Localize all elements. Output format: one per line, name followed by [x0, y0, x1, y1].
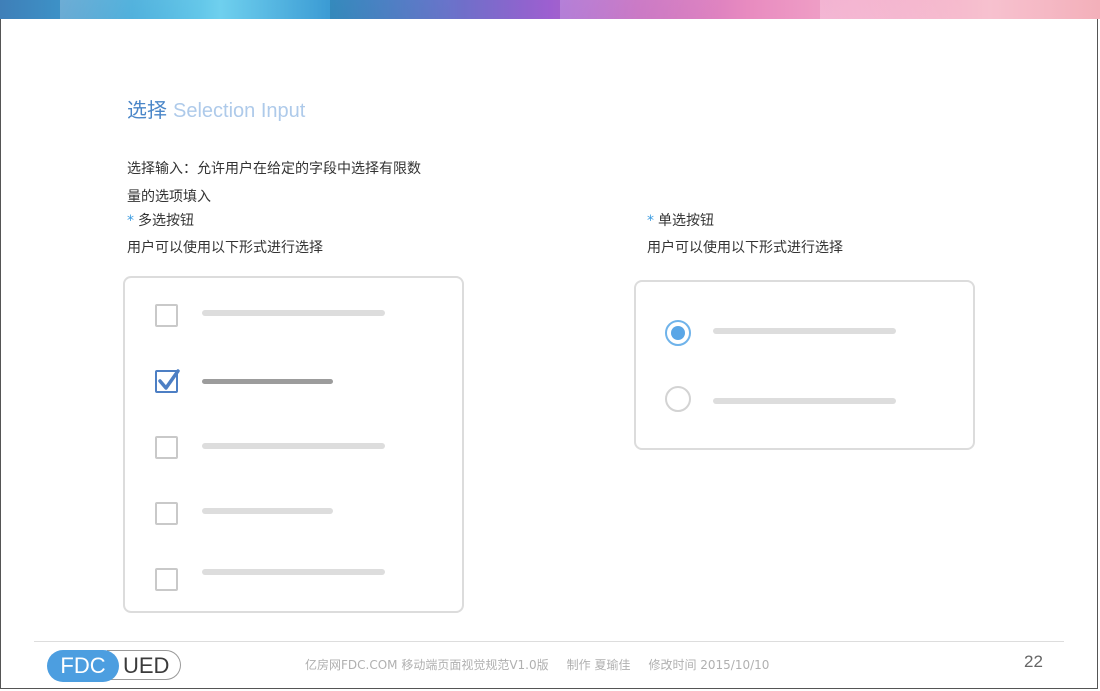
option-placeholder-line [713, 328, 896, 334]
checkbox-section-subtext: 用户可以使用以下形式进行选择 [127, 240, 323, 256]
page-number: 22 [1024, 652, 1043, 671]
checkbox-4[interactable] [155, 502, 178, 525]
radio-2[interactable] [665, 386, 691, 412]
checkmark-icon [158, 369, 180, 390]
radio-section-subtext: 用户可以使用以下形式进行选择 [647, 240, 843, 256]
description: 选择输入：允许用户在给定的字段中选择有限数 量的选项填入 [127, 155, 467, 211]
option-placeholder-line [202, 508, 333, 514]
radio-dot-icon [671, 326, 685, 340]
radio-card [634, 280, 975, 450]
header-banner [0, 0, 1100, 19]
footer-modified: 修改时间 2015/10/10 [648, 658, 770, 672]
footer-author: 制作 夏瑜佳 [566, 658, 631, 672]
checkbox-section-heading: 多选按钮 [138, 213, 194, 229]
page-title: 选择 Selection Input [127, 94, 305, 123]
option-placeholder-line [202, 569, 385, 575]
fdc-ued-logo: UED FDC [47, 650, 183, 682]
option-placeholder-line [202, 443, 385, 449]
description-line-1: 选择输入：允许用户在给定的字段中选择有限数 [127, 161, 421, 177]
radio-1-selected[interactable] [665, 320, 691, 346]
option-placeholder-line [202, 310, 385, 316]
page-title-en: Selection Input [173, 100, 306, 122]
checkbox-3[interactable] [155, 436, 178, 459]
checkbox-2-checked[interactable] [155, 369, 180, 393]
option-placeholder-line [713, 398, 896, 404]
option-placeholder-line-selected [202, 379, 333, 384]
required-star: * [127, 213, 134, 229]
logo-fdc: FDC [47, 650, 119, 682]
checkbox-card [123, 276, 464, 613]
checkbox-5[interactable] [155, 568, 178, 591]
checkbox-1[interactable] [155, 304, 178, 327]
radio-section-heading: 单选按钮 [658, 213, 714, 229]
checkbox-section-header: * 多选按钮 用户可以使用以下形式进行选择 [127, 208, 323, 262]
footer-divider [34, 641, 1064, 642]
description-line-2: 量的选项填入 [127, 189, 211, 205]
footer-doc-name: 亿房网FDC.COM 移动端页面视觉规范V1.0版 [305, 658, 549, 672]
page-title-cn: 选择 [127, 98, 167, 122]
radio-section-header: * 单选按钮 用户可以使用以下形式进行选择 [647, 208, 843, 262]
footer-info: 亿房网FDC.COM 移动端页面视觉规范V1.0版 制作 夏瑜佳 修改时间 2015… [305, 656, 787, 673]
required-star: * [647, 213, 654, 229]
